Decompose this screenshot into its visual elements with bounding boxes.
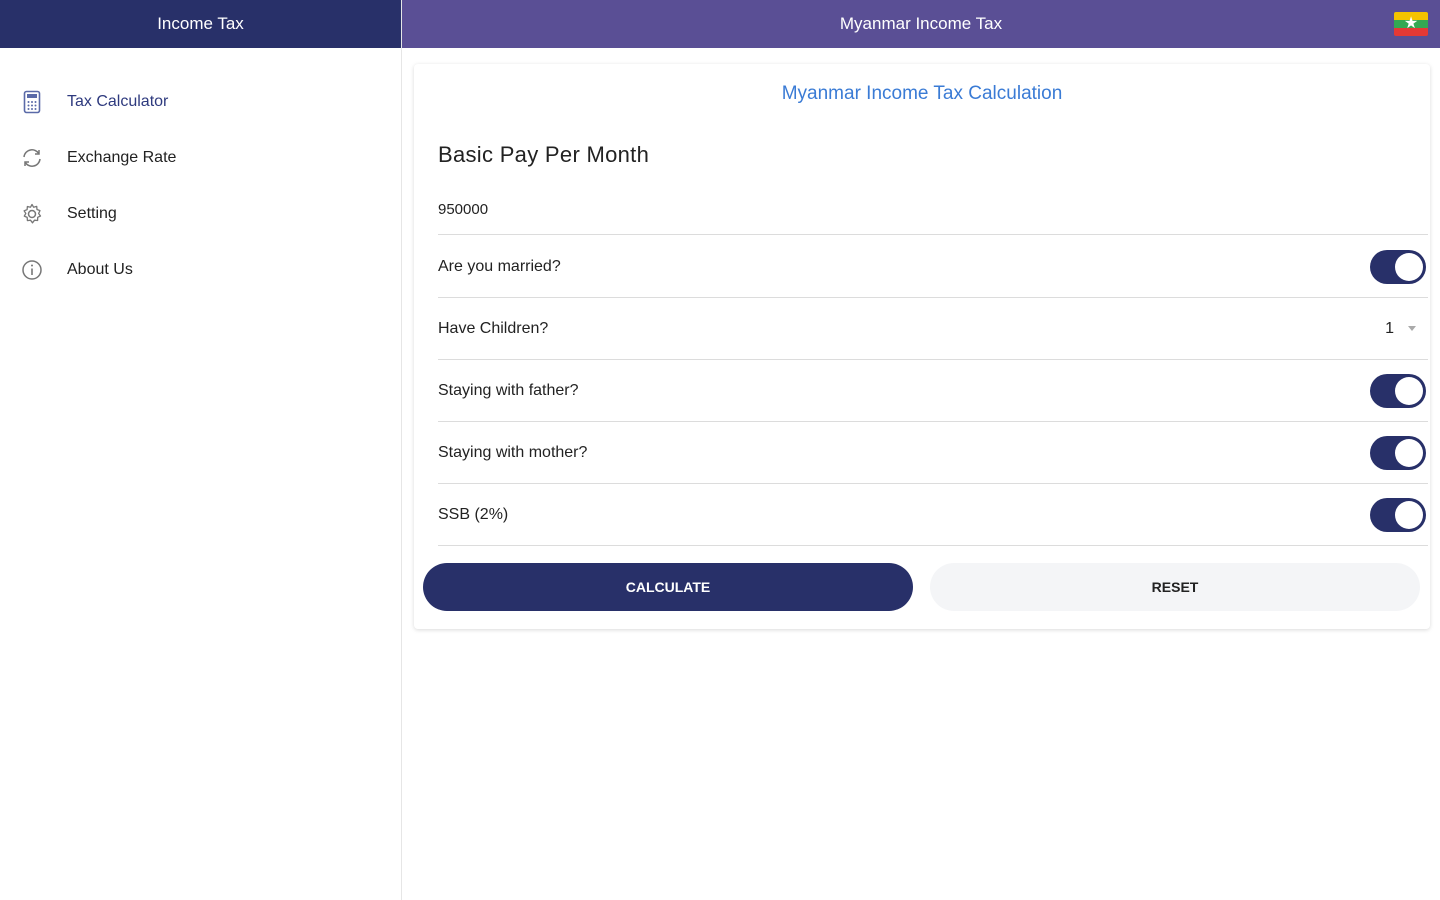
tax-calculation-card: Myanmar Income Tax Calculation Basic Pay… bbox=[414, 64, 1430, 629]
married-label: Are you married? bbox=[438, 257, 561, 275]
sidebar-item-label: About Us bbox=[67, 261, 133, 278]
children-row: Have Children? 1 bbox=[438, 298, 1428, 360]
sidebar-item-label: Setting bbox=[67, 205, 117, 222]
basic-pay-label: Basic Pay Per Month bbox=[438, 142, 650, 167]
info-icon bbox=[20, 258, 44, 282]
sidebar-item-exchange-rate[interactable]: Exchange Rate bbox=[0, 130, 401, 186]
mother-row: Staying with mother? bbox=[438, 422, 1428, 484]
chevron-down-icon bbox=[1408, 326, 1416, 331]
mother-toggle[interactable] bbox=[1370, 435, 1426, 470]
father-toggle[interactable] bbox=[1370, 373, 1426, 408]
basic-pay-input[interactable] bbox=[438, 192, 1428, 235]
sidebar-item-about-us[interactable]: About Us bbox=[0, 242, 401, 298]
married-row: Are you married? bbox=[438, 236, 1428, 298]
card-title: Myanmar Income Tax Calculation bbox=[781, 83, 1063, 104]
children-select[interactable]: 1 bbox=[1385, 320, 1416, 338]
sidebar-item-tax-calculator[interactable]: Tax Calculator bbox=[0, 74, 401, 130]
sidebar-title: Income Tax bbox=[157, 14, 244, 33]
myanmar-flag-icon[interactable]: ★ bbox=[1394, 12, 1428, 36]
ssb-row: SSB (2%) bbox=[438, 484, 1428, 546]
children-label: Have Children? bbox=[438, 319, 549, 337]
app-title: Myanmar Income Tax bbox=[839, 14, 1003, 33]
sidebar: Income Tax Tax Calculator Exchange Rate … bbox=[0, 0, 402, 900]
married-toggle[interactable] bbox=[1370, 249, 1426, 284]
reset-button[interactable]: RESET bbox=[930, 563, 1420, 611]
sidebar-header: Income Tax bbox=[0, 0, 401, 48]
app-root: Income Tax Tax Calculator Exchange Rate … bbox=[0, 0, 1440, 900]
children-select-value: 1 bbox=[1385, 319, 1394, 337]
gear-icon bbox=[20, 202, 44, 226]
sidebar-nav: Tax Calculator Exchange Rate Setting Abo… bbox=[0, 48, 401, 298]
ssb-toggle[interactable] bbox=[1370, 497, 1426, 532]
top-app-bar: Myanmar Income Tax ★ bbox=[402, 0, 1440, 48]
sidebar-item-setting[interactable]: Setting bbox=[0, 186, 401, 242]
calculate-button[interactable]: CALCULATE bbox=[423, 563, 913, 611]
father-row: Staying with father? bbox=[438, 360, 1428, 422]
father-label: Staying with father? bbox=[438, 381, 579, 399]
sidebar-item-label: Exchange Rate bbox=[67, 149, 177, 166]
sidebar-item-label: Tax Calculator bbox=[67, 93, 169, 110]
ssb-label: SSB (2%) bbox=[438, 505, 509, 523]
exchange-icon bbox=[20, 146, 44, 170]
calculator-icon bbox=[20, 90, 44, 114]
mother-label: Staying with mother? bbox=[438, 443, 588, 461]
